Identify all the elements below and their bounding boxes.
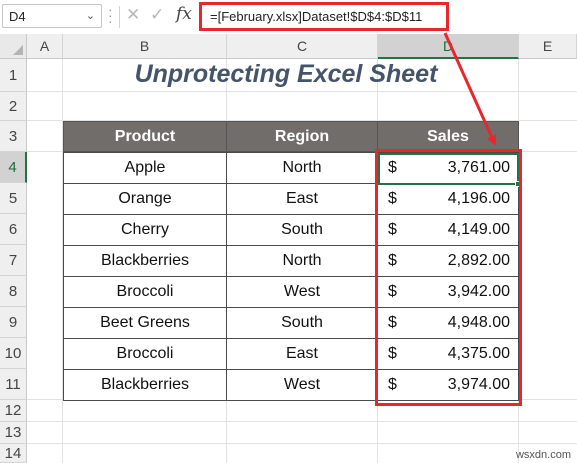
cancel-icon[interactable]: ✕: [126, 5, 140, 25]
cell-product[interactable]: Broccoli: [63, 276, 227, 308]
gridline: [27, 421, 577, 422]
cell-region[interactable]: North: [226, 245, 378, 277]
select-all-button[interactable]: [0, 34, 27, 59]
worksheet-grid[interactable]: A B C D E 1 2 3 4 5 6 7 8 9 10 11 12 13 …: [0, 34, 577, 463]
column-header-c[interactable]: C: [227, 34, 378, 59]
header-sales[interactable]: Sales: [377, 121, 519, 152]
sales-range-highlight: [375, 149, 522, 406]
cell-product[interactable]: Broccoli: [63, 338, 227, 370]
cell-product[interactable]: Blackberries: [63, 369, 227, 401]
formula-bar-divider: [119, 6, 120, 28]
cell-region[interactable]: East: [226, 338, 378, 370]
row-header-12[interactable]: 12: [0, 400, 27, 422]
row-header-11[interactable]: 11: [0, 369, 27, 400]
watermark-text: wsxdn.com: [515, 449, 571, 461]
column-header-b[interactable]: B: [63, 34, 227, 59]
chevron-down-icon[interactable]: ⌄: [86, 9, 95, 22]
header-product[interactable]: Product: [63, 121, 227, 152]
name-box[interactable]: D4 ⌄: [2, 4, 102, 28]
enter-icon[interactable]: ✓: [150, 5, 164, 25]
row-header-9[interactable]: 9: [0, 307, 27, 338]
row-header-1[interactable]: 1: [0, 59, 27, 92]
row-header-3[interactable]: 3: [0, 121, 27, 152]
row-header-10[interactable]: 10: [0, 338, 27, 369]
cell-region[interactable]: South: [226, 214, 378, 246]
gridline: [27, 91, 577, 92]
formula-bar: D4 ⌄ · · · ✕ ✓ fx =[February.xlsx]Dataset!…: [0, 0, 577, 34]
column-header-a[interactable]: A: [27, 34, 63, 59]
drag-handle-icon[interactable]: · · ·: [108, 2, 116, 28]
column-header-d[interactable]: D: [378, 34, 519, 59]
gridline: [27, 443, 577, 444]
cell-product[interactable]: Beet Greens: [63, 307, 227, 339]
cell-region[interactable]: West: [226, 276, 378, 308]
row-header-5[interactable]: 5: [0, 183, 27, 214]
header-region[interactable]: Region: [226, 121, 378, 152]
row-header-7[interactable]: 7: [0, 245, 27, 276]
fx-icon[interactable]: fx: [176, 4, 192, 24]
cell-product[interactable]: Orange: [63, 183, 227, 215]
row-header-4[interactable]: 4: [0, 152, 27, 183]
cell-region[interactable]: North: [226, 152, 378, 184]
column-header-e[interactable]: E: [519, 34, 577, 59]
row-header-13[interactable]: 13: [0, 422, 27, 444]
cell-product[interactable]: Blackberries: [63, 245, 227, 277]
cell-region[interactable]: East: [226, 183, 378, 215]
formula-input[interactable]: =[February.xlsx]Dataset!$D$4:$D$11: [199, 2, 449, 31]
cell-product[interactable]: Apple: [63, 152, 227, 184]
row-header-2[interactable]: 2: [0, 92, 27, 121]
sheet-title: Unprotecting Excel Sheet: [134, 60, 438, 88]
cell-region[interactable]: West: [226, 369, 378, 401]
row-header-6[interactable]: 6: [0, 214, 27, 245]
row-header-8[interactable]: 8: [0, 276, 27, 307]
name-box-value: D4: [9, 9, 26, 24]
cell-region[interactable]: South: [226, 307, 378, 339]
row-header-14[interactable]: 14: [0, 444, 27, 463]
cell-product[interactable]: Cherry: [63, 214, 227, 246]
formula-text: =[February.xlsx]Dataset!$D$4:$D$11: [210, 9, 423, 24]
